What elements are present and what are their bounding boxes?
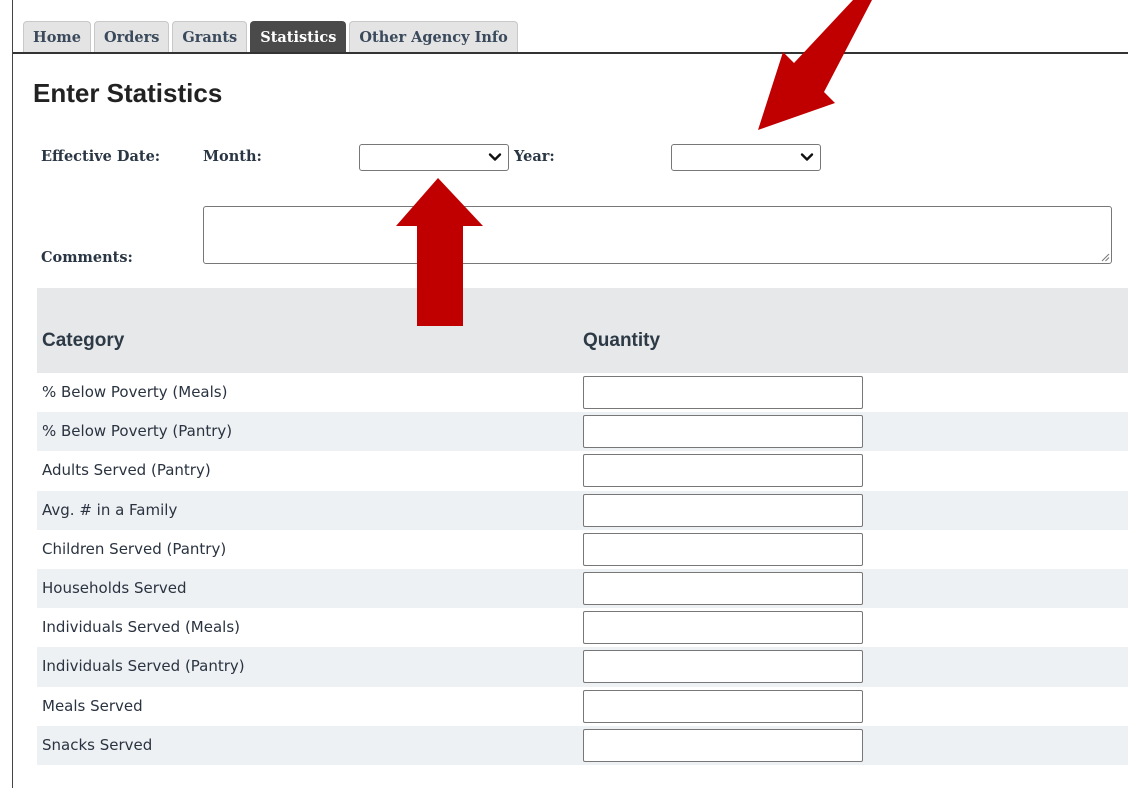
category-label: Meals Served: [42, 696, 143, 715]
table-row: Avg. # in a Family: [37, 490, 1128, 530]
quantity-input[interactable]: [583, 454, 863, 488]
table-row: Meals Served: [37, 687, 1128, 726]
table-row: Children Served (Pantry): [37, 530, 1128, 569]
page-title: Enter Statistics: [33, 78, 223, 108]
arrow-up-annotation: [396, 178, 483, 326]
month-label: Month:: [203, 148, 262, 165]
column-header-category: Category: [42, 330, 125, 351]
month-select[interactable]: [359, 144, 509, 171]
year-label: Year:: [514, 148, 555, 165]
category-label: Individuals Served (Pantry): [42, 657, 245, 676]
table-row: Individuals Served (Meals): [37, 608, 1128, 647]
table-row: % Below Poverty (Meals): [37, 373, 1128, 412]
tab-other-agency-info[interactable]: Other Agency Info: [349, 21, 518, 52]
year-select[interactable]: [671, 144, 821, 171]
statistics-table-body: % Below Poverty (Meals) % Below Poverty …: [37, 373, 1128, 765]
category-label: Snacks Served: [42, 735, 153, 754]
quantity-input[interactable]: [583, 493, 863, 527]
table-row: Households Served: [37, 568, 1128, 609]
quantity-input[interactable]: [583, 689, 863, 723]
quantity-input[interactable]: [583, 611, 863, 645]
table-row: Adults Served (Pantry): [37, 451, 1128, 490]
category-label: % Below Poverty (Pantry): [42, 422, 233, 441]
quantity-input[interactable]: [583, 728, 863, 762]
table-row: Individuals Served (Pantry): [37, 647, 1128, 687]
category-label: Children Served (Pantry): [42, 539, 227, 558]
chevron-down-icon: [800, 153, 814, 161]
table-row: Snacks Served: [37, 725, 1128, 765]
comments-label: Comments:: [41, 249, 133, 266]
arrow-down-left-annotation: [758, 0, 872, 130]
quantity-input[interactable]: [583, 650, 863, 684]
category-label: Individuals Served (Meals): [42, 618, 240, 637]
chevron-down-icon: [488, 153, 502, 161]
category-label: % Below Poverty (Meals): [42, 383, 228, 401]
tab-statistics[interactable]: Statistics: [250, 21, 347, 52]
category-label: Adults Served (Pantry): [42, 461, 211, 480]
table-header: Category Quantity: [37, 288, 1128, 373]
quantity-input[interactable]: [583, 376, 863, 409]
tab-grants[interactable]: Grants: [172, 21, 248, 52]
tab-orders[interactable]: Orders: [93, 21, 170, 52]
comments-textarea[interactable]: [203, 206, 1112, 264]
column-header-quantity: Quantity: [583, 330, 661, 351]
resize-grip-icon[interactable]: [1100, 252, 1110, 262]
tab-list: Home Orders Grants Statistics Other Agen…: [23, 21, 518, 52]
category-label: Households Served: [42, 578, 187, 597]
tab-home[interactable]: Home: [23, 21, 91, 52]
quantity-input[interactable]: [583, 571, 863, 605]
app-frame: Home Orders Grants Statistics Other Agen…: [12, 0, 1128, 788]
quantity-input[interactable]: [583, 415, 863, 449]
tab-bar: Home Orders Grants Statistics Other Agen…: [13, 0, 1128, 54]
quantity-input[interactable]: [583, 532, 863, 566]
table-row: % Below Poverty (Pantry): [37, 412, 1128, 452]
category-label: Avg. # in a Family: [42, 500, 178, 519]
effective-date-label: Effective Date:: [41, 148, 161, 165]
